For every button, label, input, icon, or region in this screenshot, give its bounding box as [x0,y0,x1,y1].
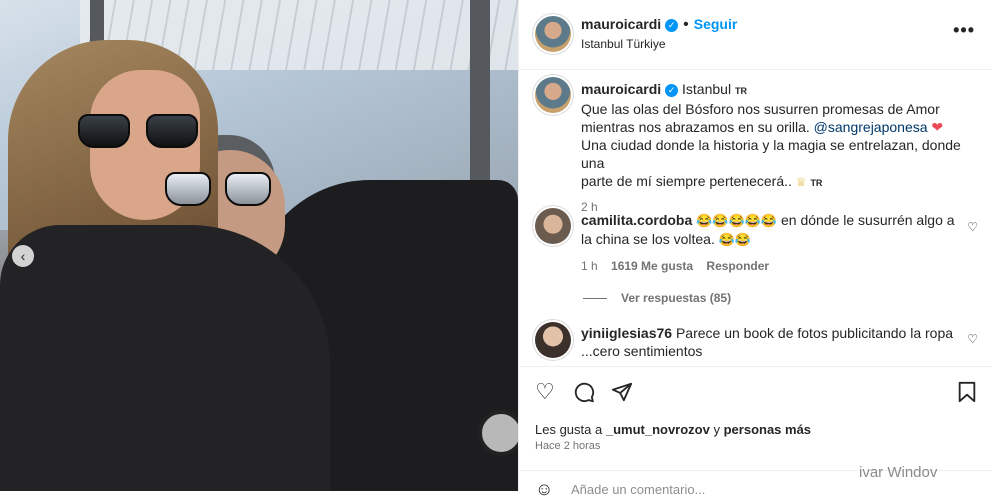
flag-tr: TR [810,178,823,188]
more-options-icon[interactable]: ••• [953,20,975,41]
red-heart-emoji: ❤ [931,119,944,135]
reply-button[interactable]: Responder [706,259,769,273]
caption-line-1: Que las olas del Bósforo nos susurren pr… [581,101,940,117]
bookmark-icon[interactable] [957,381,977,407]
post-header: mauroicardi ✓ • Seguir Istanbul Türkiye ••• [519,0,992,70]
caption-user-row: mauroicardi ✓ Istanbul TR [581,80,981,100]
caption-mention[interactable]: @sangrejaponesa [814,119,928,135]
caption-username[interactable]: mauroicardi [581,81,661,97]
caption-location[interactable]: Istanbul [682,81,731,97]
verified-icon: ✓ [665,84,679,97]
comment-username[interactable]: yiniiglesias76 [581,325,672,341]
comment-avatar[interactable] [535,208,571,244]
action-bar: ♡ [519,366,992,417]
caption-line-3: Una ciudad donde la historia y la magia … [581,137,961,171]
comment-avatar[interactable] [535,322,571,358]
likes-middle: y [713,422,720,437]
post-time[interactable]: Hace 2 horas [535,440,600,452]
comment: yiniiglesias76 Parece un book de fotos p… [581,324,961,360]
caption-line-2: mientras nos abrazamos en su orilla. @sa… [581,118,981,136]
caption: mauroicardi ✓ Istanbul TR Que las olas de… [581,80,981,216]
chevron-left-icon[interactable]: ‹ [12,245,34,267]
likes-summary: Les gusta a _umut_novrozov y personas má… [535,422,811,437]
likes-user[interactable]: _umut_novrozov [606,422,710,437]
caption-line-2-text: mientras nos abrazamos en su orilla. [581,119,810,135]
verified-icon: ✓ [665,19,679,32]
heart-icon[interactable]: ♡ [967,220,978,234]
comment-text: la china se los voltea. [581,231,715,247]
share-icon[interactable] [611,381,633,407]
comment-text: Parece un book de fotos publicitando la … [675,325,954,341]
heart-icon[interactable]: ♡ [535,381,555,403]
comment-meta: 1 h 1619 Me gusta Responder [581,257,961,275]
comment-time[interactable]: 1 h [581,259,598,273]
view-replies-label[interactable]: Ver respuestas (85) [621,291,731,305]
caption-avatar[interactable] [535,77,571,113]
instagram-post: ‹ mauroicardi ✓ • Seguir Istanbul Türkiye •… [0,0,992,499]
likes-prefix: Les gusta a [535,422,603,437]
comment-input[interactable]: Añade un comentario... [571,482,705,497]
post-sidebar: mauroicardi ✓ • Seguir Istanbul Türkiye •••… [518,0,992,499]
comment-likes[interactable]: 1619 Me gusta [611,259,693,273]
separator-dot: • [683,16,689,33]
avatar[interactable] [535,16,571,52]
comment-username[interactable]: camilita.cordoba [581,212,692,228]
flag-tr: TR [734,86,747,96]
photo-sunglasses [165,172,275,206]
header-username[interactable]: mauroicardi [581,16,661,32]
comment: camilita.cordoba 😂😂😂😂😂 en dónde le susur… [581,211,961,307]
replies-line [583,298,607,300]
laughing-emoji: 😂😂😂😂😂 [696,213,778,228]
follow-button[interactable]: Seguir [694,16,738,32]
caption-line-4-text: parte de mí siempre pertenecerá.. [581,173,792,189]
comment-icon[interactable] [573,381,595,407]
photo-sunglasses [70,114,200,148]
caption-line-4: parte de mí siempre pertenecerá.. ♕ TR [581,172,981,192]
photo-watch [478,410,518,456]
emoji-icon[interactable]: ☺ [535,479,553,500]
post-photo[interactable]: ‹ [0,0,518,491]
likes-others[interactable]: personas más [724,422,811,437]
photo-woman-sweater [0,225,330,491]
header-user-row: mauroicardi ✓ • Seguir [581,16,737,34]
laughing-emoji: 😂😂 [718,232,752,247]
header-location[interactable]: Istanbul Türkiye [581,37,666,51]
crown-emoji: ♕ [795,175,807,189]
view-replies[interactable]: Ver respuestas (85) [583,289,961,307]
comment-text: en dónde le susurrén algo a [780,212,955,228]
heart-icon[interactable]: ♡ [967,332,978,346]
windows-activation-watermark: ivar Windov [859,464,938,481]
comment-text: ...cero sentimientos [581,343,703,359]
